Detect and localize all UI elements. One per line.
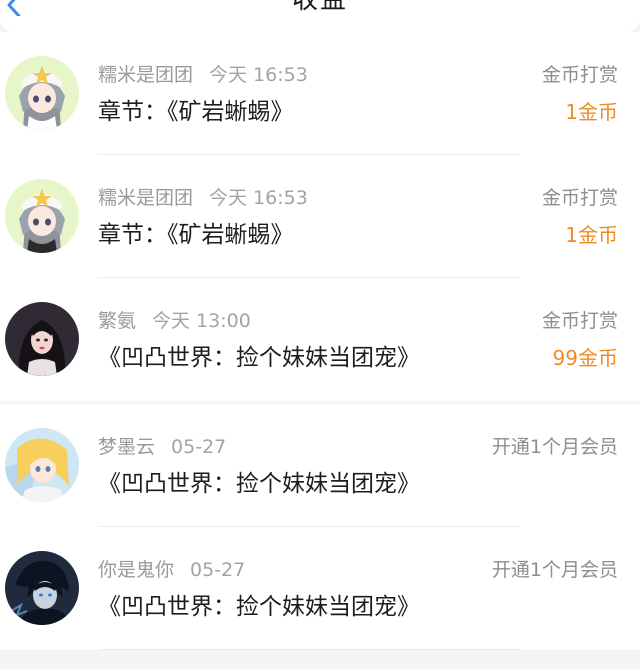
- reward-type: 开通1个月会员: [491, 559, 618, 581]
- timestamp: 05-27: [171, 436, 227, 458]
- reward-type: 金币打赏: [541, 187, 618, 209]
- timestamp: 今天 13:00: [152, 310, 251, 332]
- timestamp: 今天 16:53: [209, 187, 308, 209]
- row-meta: 繁氨 今天 13:00: [98, 309, 251, 333]
- reward-content: 《凹凸世界：捡个妹妹当团宠》: [98, 594, 420, 620]
- username: 你是鬼你: [98, 559, 175, 581]
- earnings-list: 糯米是团团 今天 16:53 章节：《矿岩蜥蜴》 金币打赏 1金币 糯米是团团 今天…: [0, 32, 640, 650]
- avatar[interactable]: [5, 179, 79, 253]
- row-meta: 糯米是团团 今天 16:53: [98, 186, 308, 210]
- earning-row[interactable]: 梦墨云 05-27 《凹凸世界：捡个妹妹当团宠》 开通1个月会员: [0, 404, 640, 527]
- avatar[interactable]: [5, 551, 79, 625]
- page-title: 收益: [291, 0, 348, 15]
- reward-amount: 99金币: [552, 346, 618, 370]
- username: 繁氨: [98, 310, 137, 332]
- username: 糯米是团团: [98, 64, 194, 86]
- reward-amount: 1金币: [565, 100, 618, 124]
- avatar[interactable]: [5, 302, 79, 376]
- reward-content: 《凹凸世界：捡个妹妹当团宠》: [98, 471, 420, 497]
- reward-content: 《凹凸世界：捡个妹妹当团宠》: [98, 345, 420, 371]
- top-bar: 收益: [0, 0, 640, 32]
- earning-row[interactable]: 你是鬼你 05-27 《凹凸世界：捡个妹妹当团宠》 开通1个月会员: [0, 527, 640, 650]
- reward-content: 章节：《矿岩蜥蜴》: [98, 222, 294, 248]
- earning-row[interactable]: 糯米是团团 今天 16:53 章节：《矿岩蜥蜴》 金币打赏 1金币: [0, 32, 640, 155]
- avatar[interactable]: [5, 428, 79, 502]
- reward-type: 开通1个月会员: [491, 436, 618, 458]
- avatar[interactable]: [5, 56, 79, 130]
- row-meta: 你是鬼你 05-27: [98, 558, 245, 582]
- earning-row[interactable]: 繁氨 今天 13:00 《凹凸世界：捡个妹妹当团宠》 金币打赏 99金币: [0, 278, 640, 401]
- username: 梦墨云: [98, 436, 156, 458]
- timestamp: 05-27: [190, 559, 246, 581]
- username: 糯米是团团: [98, 187, 194, 209]
- reward-content: 章节：《矿岩蜥蜴》: [98, 99, 294, 125]
- reward-type: 金币打赏: [541, 64, 618, 86]
- earning-row[interactable]: 糯米是团团 今天 16:53 章节：《矿岩蜥蜴》 金币打赏 1金币: [0, 155, 640, 278]
- divider: [98, 649, 520, 650]
- reward-amount: 1金币: [565, 223, 618, 247]
- timestamp: 今天 16:53: [209, 64, 308, 86]
- row-meta: 梦墨云 05-27: [98, 435, 226, 459]
- reward-type: 金币打赏: [541, 310, 618, 332]
- row-meta: 糯米是团团 今天 16:53: [98, 63, 308, 87]
